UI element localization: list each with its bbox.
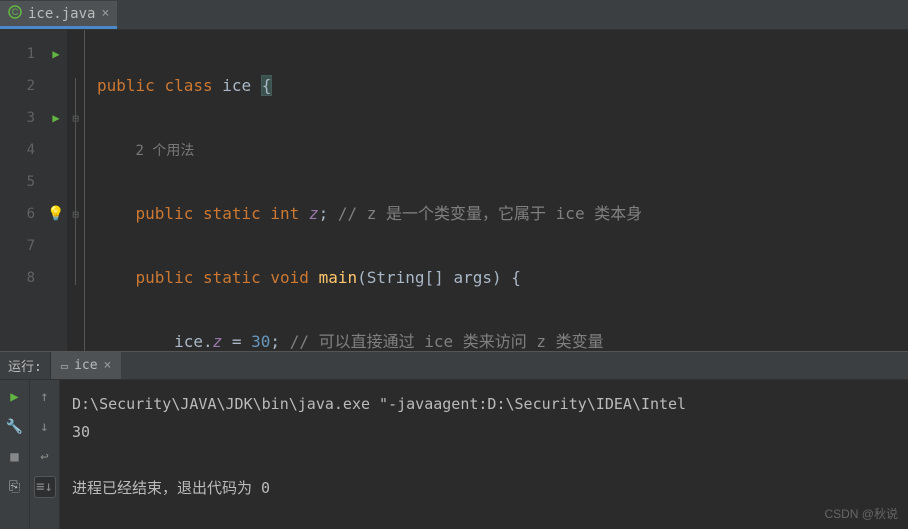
run-header: 运行: ▭ ice × <box>0 352 908 380</box>
code-editor: 1 2 3 4 5 6 7 8 ▶ ▶ 💡 ⊟ ⊟ public class i… <box>0 30 908 351</box>
console-cmdline: D:\Security\JAVA\JDK\bin\java.exe "-java… <box>72 395 686 413</box>
app-icon: ▭ <box>61 359 68 373</box>
console-output[interactable]: D:\Security\JAVA\JDK\bin\java.exe "-java… <box>60 380 908 529</box>
matched-brace: { <box>261 75 273 96</box>
line-number[interactable]: 3 <box>0 102 45 134</box>
line-number-gutter: 1 2 3 4 5 6 7 8 <box>0 30 45 351</box>
up-arrow-icon[interactable]: ↑ <box>34 386 56 408</box>
tab-ice-java[interactable]: C ice.java × <box>0 1 117 29</box>
run-toolbar-nav: ↑ ↓ ↩ ≡↓ <box>30 380 60 529</box>
close-icon[interactable]: × <box>101 6 109 21</box>
close-icon[interactable]: × <box>104 358 112 373</box>
run-label: 运行: <box>0 352 51 379</box>
run-main-icon[interactable]: ▶ <box>52 111 59 125</box>
run-toolbar-left: ▶ 🔧 ■ ⎘ <box>0 380 30 529</box>
code-area[interactable]: public class ice { 2 个用法 public static i… <box>85 30 908 351</box>
tab-filename: ice.java <box>28 6 95 22</box>
tool-settings-icon[interactable]: 🔧 <box>4 416 26 438</box>
scroll-to-end-icon[interactable]: ≡↓ <box>34 476 56 498</box>
line-number[interactable]: 6 <box>0 198 45 230</box>
usages-hint[interactable]: 2 个用法 <box>136 143 195 159</box>
exit-icon[interactable]: ⎘ <box>4 476 26 498</box>
line-number[interactable]: 5 <box>0 166 45 198</box>
line-number[interactable]: 2 <box>0 70 45 102</box>
down-arrow-icon[interactable]: ↓ <box>34 416 56 438</box>
watermark: CSDN @秋说 <box>824 505 898 522</box>
stop-button[interactable]: ■ <box>4 446 26 468</box>
soft-wrap-icon[interactable]: ↩ <box>34 446 56 468</box>
line-number[interactable]: 8 <box>0 262 45 294</box>
console-stdout: 30 <box>72 423 90 441</box>
console-exit-msg: 进程已经结束，退出代码为 <box>72 479 261 497</box>
run-tool-window: 运行: ▭ ice × ▶ 🔧 ■ ⎘ ↑ ↓ ↩ ≡↓ D:\Security… <box>0 351 908 529</box>
rerun-button[interactable]: ▶ <box>4 386 26 408</box>
line-number[interactable]: 4 <box>0 134 45 166</box>
editor-tabs: C ice.java × <box>0 0 908 30</box>
intention-bulb-icon[interactable]: 💡 <box>47 206 64 222</box>
run-class-icon[interactable]: ▶ <box>52 47 59 61</box>
run-gutter: ▶ ▶ 💡 <box>45 30 67 351</box>
run-config-tab[interactable]: ▭ ice × <box>51 352 122 379</box>
console-exit-code: 0 <box>261 479 270 497</box>
line-number[interactable]: 1 <box>0 38 45 70</box>
class-icon: C <box>8 5 22 23</box>
run-config-name: ice <box>74 358 97 373</box>
svg-text:C: C <box>12 7 19 17</box>
fold-gutter: ⊟ ⊟ <box>67 30 85 351</box>
line-number[interactable]: 7 <box>0 230 45 262</box>
